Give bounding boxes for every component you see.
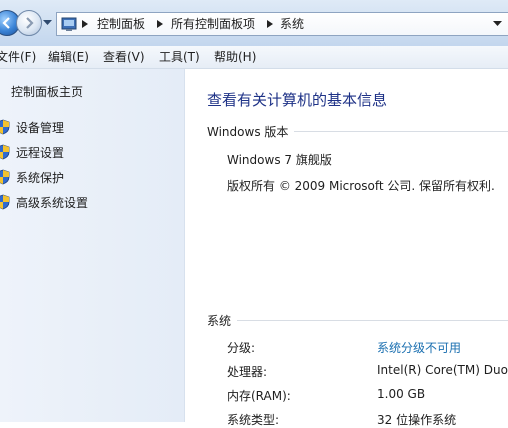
main-content: 查看有关计算机的基本信息 Windows 版本 Windows 7 旗舰版 版权… bbox=[185, 69, 508, 427]
system-type-value: 32 位操作系统 bbox=[377, 413, 457, 427]
breadcrumb-control-panel[interactable]: 控制面板 bbox=[97, 13, 145, 35]
processor-label: 处理器: bbox=[227, 365, 268, 379]
breadcrumb-system[interactable]: 系统 bbox=[280, 13, 304, 35]
breadcrumb-separator-icon[interactable] bbox=[267, 20, 273, 28]
page-title: 查看有关计算机的基本信息 bbox=[207, 91, 388, 109]
section-title: 系统 bbox=[207, 313, 232, 328]
system-heading: 系统 bbox=[207, 312, 508, 328]
recent-pages-dropdown-icon[interactable] bbox=[43, 20, 52, 26]
task-remote-settings[interactable]: 远程设置 bbox=[0, 143, 64, 161]
task-label: 设备管理 bbox=[16, 120, 65, 135]
shield-icon bbox=[0, 169, 10, 185]
ram-value: 1.00 GB bbox=[377, 387, 426, 401]
menu-file[interactable]: 文件(F) bbox=[0, 46, 36, 68]
shield-icon bbox=[0, 194, 10, 210]
arrow-left-icon bbox=[2, 17, 10, 29]
shield-icon bbox=[0, 119, 10, 135]
section-title: Windows 版本 bbox=[207, 124, 289, 139]
breadcrumb-separator-icon[interactable] bbox=[157, 20, 163, 28]
copyright-text: 版权所有 © 2009 Microsoft 公司. 保留所有权利. bbox=[227, 179, 495, 193]
chevron-down-icon[interactable] bbox=[493, 21, 502, 27]
control-panel-home-link[interactable]: 控制面板主页 bbox=[11, 83, 83, 100]
ram-label: 内存(RAM): bbox=[227, 389, 291, 403]
processor-value: Intel(R) Core(TM) Duo bbox=[377, 363, 508, 377]
menu-bar: 文件(F) 编辑(E) 查看(V) 工具(T) 帮助(H) bbox=[0, 46, 508, 69]
address-bar[interactable]: 控制面板 所有控制面板项 系统 bbox=[56, 12, 508, 36]
section-divider bbox=[294, 130, 508, 132]
task-label: 系统保护 bbox=[16, 170, 65, 185]
task-device-manager[interactable]: 设备管理 bbox=[0, 118, 64, 136]
breadcrumb-all-items[interactable]: 所有控制面板项 bbox=[171, 13, 255, 35]
navigation-bar: 控制面板 所有控制面板项 系统 bbox=[0, 0, 508, 46]
arrow-right-icon bbox=[26, 17, 34, 29]
windows-edition: Windows 7 旗舰版 bbox=[227, 153, 332, 167]
task-label: 高级系统设置 bbox=[16, 195, 89, 210]
system-type-label: 系统类型: bbox=[227, 413, 280, 427]
menu-help[interactable]: 帮助(H) bbox=[214, 46, 256, 68]
rating-label: 分级: bbox=[227, 341, 256, 355]
menu-view[interactable]: 查看(V) bbox=[103, 46, 145, 68]
task-pane: 控制面板主页 设备管理 远程设置 系统保护 高级系统设置 bbox=[0, 69, 185, 422]
task-advanced-settings[interactable]: 高级系统设置 bbox=[0, 193, 88, 211]
forward-button[interactable] bbox=[16, 10, 42, 36]
breadcrumb-separator-icon[interactable] bbox=[82, 20, 88, 28]
windows-edition-heading: Windows 版本 bbox=[207, 123, 508, 139]
rating-link[interactable]: 系统分级不可用 bbox=[377, 339, 461, 356]
section-divider bbox=[237, 319, 508, 321]
shield-icon bbox=[0, 144, 10, 160]
menu-tools[interactable]: 工具(T) bbox=[159, 46, 200, 68]
control-panel-icon bbox=[61, 17, 77, 31]
menu-edit[interactable]: 编辑(E) bbox=[48, 46, 89, 68]
task-system-protection[interactable]: 系统保护 bbox=[0, 168, 64, 186]
task-label: 远程设置 bbox=[16, 145, 65, 160]
